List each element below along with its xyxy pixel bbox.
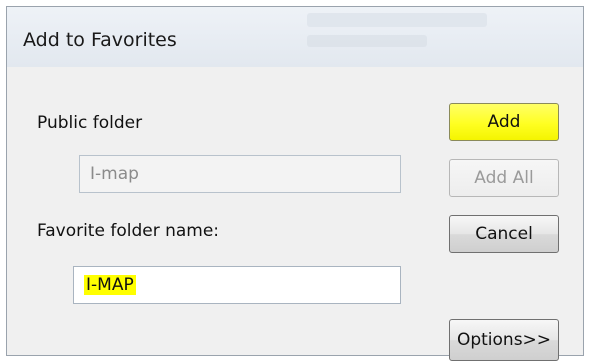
cancel-button[interactable]: Cancel <box>449 215 559 253</box>
favorite-folder-name-value: I-MAP <box>84 275 136 295</box>
public-folder-label: Public folder <box>37 113 143 133</box>
dialog-titlebar: Add to Favorites <box>7 7 583 68</box>
background-ghost-text <box>307 13 487 27</box>
dialog-title: Add to Favorites <box>23 29 177 51</box>
public-folder-value: I-map <box>90 164 139 184</box>
favorite-folder-name-input[interactable]: I-MAP <box>73 266 401 304</box>
public-folder-field: I-map <box>79 155 401 193</box>
add-button[interactable]: Add <box>449 103 559 141</box>
background-ghost-text <box>307 35 427 47</box>
add-to-favorites-dialog: Add to Favorites Public folder I-map Fav… <box>6 6 584 361</box>
favorite-folder-name-label: Favorite folder name: <box>37 221 220 241</box>
options-button[interactable]: Options>> <box>449 319 559 361</box>
add-all-button[interactable]: Add All <box>449 159 559 197</box>
dialog-body: Public folder I-map Favorite folder name… <box>7 67 583 361</box>
